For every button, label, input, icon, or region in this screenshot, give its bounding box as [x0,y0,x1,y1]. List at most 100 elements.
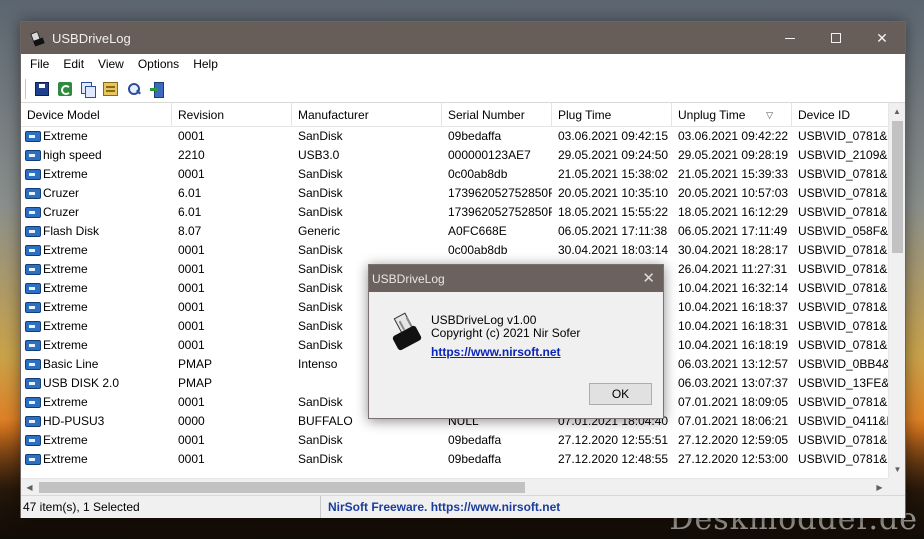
table-cell: USB\VID_2109&P [798,148,891,162]
table-row[interactable]: Flash Disk 8.07 Generic A0FC668E 06.05.2021 … [21,222,905,241]
usb-device-icon [25,226,41,237]
device-model-text: Cruzer [43,205,80,219]
device-model-text: Flash Disk [43,224,100,238]
about-website-link[interactable]: https://www.nirsoft.net [431,346,580,359]
table-row[interactable]: Extreme 0001 SanDisk 09bedaffa 03.06.2021 09… [21,127,905,146]
about-dialog-title-bar[interactable]: USBDriveLog ✕ [369,265,663,292]
table-cell: 29.05.2021 09:24:50 [558,148,669,162]
table-cell: SanDisk [298,167,343,181]
table-cell: USB\VID_0781&P [798,452,891,466]
vertical-scroll-thumb[interactable] [892,121,903,253]
table-row[interactable]: Extreme 0001 SanDisk 0c00ab8db 30.04.2021 18… [21,241,905,260]
table-cell: 0001 [178,395,205,409]
column-header-plug-time[interactable]: Plug Time [552,103,672,127]
column-header-serial-number[interactable]: Serial Number [442,103,552,127]
table-cell: USB\VID_0781&P [798,300,891,314]
usb-device-icon [25,264,41,275]
menu-help[interactable]: Help [186,54,225,75]
horizontal-scrollbar[interactable]: ◀ ▶ [21,478,888,495]
table-cell: 18.05.2021 16:12:29 [678,205,789,219]
table-cell: HD-PUSU3 [21,412,172,431]
usb-device-icon [25,454,41,465]
column-header-revision[interactable]: Revision [172,103,292,127]
scroll-right-icon[interactable]: ▶ [871,479,888,496]
save-button[interactable] [30,78,53,100]
table-cell: 27.12.2020 12:59:05 [678,433,789,447]
device-model-text: Extreme [43,319,88,333]
column-header-unplug-time[interactable]: Unplug Time ▽ [672,103,792,127]
about-dialog-close-icon[interactable]: ✕ [642,269,655,287]
column-header-device-model[interactable]: Device Model [21,103,172,127]
table-cell: 0001 [178,300,205,314]
usb-device-icon [25,359,41,370]
menu-options[interactable]: Options [131,54,186,75]
copy-button[interactable] [76,78,99,100]
table-cell: 06.03.2021 13:12:57 [678,357,789,371]
column-header-device-id[interactable]: Device ID [792,103,891,127]
scroll-left-icon[interactable]: ◀ [21,479,38,496]
close-button[interactable]: ✕ [859,22,905,54]
table-cell: 27.12.2020 12:48:55 [558,452,669,466]
table-cell: high speed [21,146,172,165]
scroll-up-icon[interactable]: ▲ [889,103,905,120]
table-row[interactable]: Extreme 0001 SanDisk 09bedaffa 27.12.2020 12… [21,450,905,469]
table-cell: USB\VID_0781&P [798,395,891,409]
table-cell: Extreme [21,336,172,355]
table-cell: USB\VID_058F&P [798,224,891,238]
table-cell: 8.07 [178,224,202,238]
table-cell: USB\VID_0781&P [798,186,891,200]
list-header: Device Model Revision Manufacturer Seria… [21,103,905,127]
column-header-manufacturer[interactable]: Manufacturer [292,103,442,127]
ok-button[interactable]: OK [589,383,652,405]
table-cell: USB3.0 [298,148,340,162]
table-row[interactable]: Cruzer 6.01 SanDisk 173962052752850F 18.05.2… [21,203,905,222]
table-cell: USB\VID_0781&P [798,167,891,181]
table-cell: 0001 [178,281,205,295]
table-cell: 0001 [178,167,205,181]
table-row[interactable]: Extreme 0001 SanDisk 0c00ab8db 21.05.2021 15… [21,165,905,184]
refresh-button[interactable] [53,78,76,100]
table-row[interactable]: high speed 2210 USB3.0 000000123AE7 29.05.20… [21,146,905,165]
table-cell: 0c00ab8db [448,167,508,181]
exit-button[interactable] [145,78,168,100]
menu-bar: File Edit View Options Help [21,54,905,75]
menu-file[interactable]: File [23,54,56,75]
table-cell: 06.05.2021 17:11:49 [678,224,788,238]
table-cell: 6.01 [178,205,202,219]
menu-view[interactable]: View [91,54,131,75]
usb-device-icon [25,169,41,180]
table-cell: 09bedaffa [448,433,502,447]
horizontal-scroll-thumb[interactable] [39,482,525,493]
exit-icon [149,81,164,98]
minimize-button[interactable] [767,22,813,54]
about-dialog: USBDriveLog ✕ USBDriveLog v1.00 Copyrigh… [368,264,664,419]
device-model-text: Extreme [43,338,88,352]
maximize-button[interactable] [813,22,859,54]
table-row[interactable]: Cruzer 6.01 SanDisk 173962052752850F 20.05.2… [21,184,905,203]
table-cell: USB\VID_0781&P [798,433,891,447]
vertical-scrollbar[interactable]: ▲ ▼ [888,103,905,478]
table-cell: 20.05.2021 10:57:03 [678,186,789,200]
menu-edit[interactable]: Edit [56,54,91,75]
device-model-text: Cruzer [43,186,80,200]
device-model-text: Extreme [43,300,88,314]
table-cell: SanDisk [298,452,343,466]
usb-device-icon [25,150,41,161]
table-cell: Extreme [21,431,172,450]
table-cell: USB DISK 2.0 [21,374,172,393]
find-button[interactable] [122,78,145,100]
table-cell: 21.05.2021 15:38:02 [558,167,669,181]
table-cell: USB\VID_0781&P [798,262,891,276]
scroll-down-icon[interactable]: ▼ [889,461,906,478]
status-credit-link[interactable]: NirSoft Freeware. https://www.nirsoft.ne… [321,496,560,518]
usb-drive-icon [389,312,425,352]
table-row[interactable]: Extreme 0001 SanDisk 09bedaffa 27.12.2020 12… [21,431,905,450]
device-model-text: Extreme [43,452,88,466]
window-title: USBDriveLog [52,30,131,46]
sort-descending-icon: ▽ [766,110,773,120]
close-icon: ✕ [876,29,888,46]
table-cell: 0001 [178,338,205,352]
usb-device-icon [25,302,41,313]
title-bar[interactable]: USBDriveLog ✕ [21,22,905,54]
properties-button[interactable] [99,78,122,100]
